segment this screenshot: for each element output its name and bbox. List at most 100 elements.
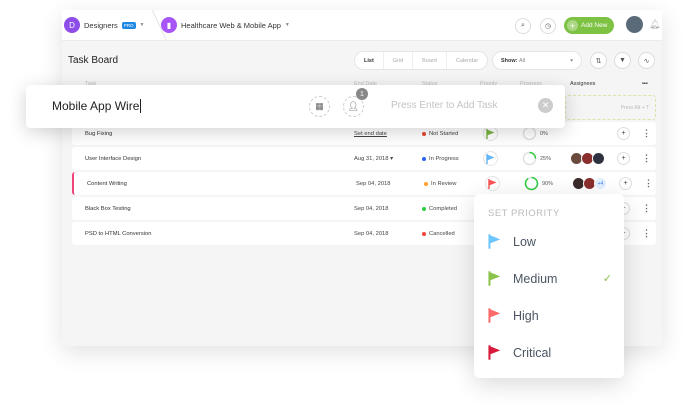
status-text: In Progress [429, 155, 459, 162]
priority-flag-icon[interactable] [483, 126, 498, 141]
task-status[interactable]: In Review [424, 181, 456, 187]
task-end-date[interactable]: Sep 04, 2018 [354, 206, 389, 212]
sort-icon[interactable]: ⇅ [590, 52, 607, 69]
plus-icon: + [567, 20, 578, 31]
project-switcher[interactable]: ▮ Healthcare Web & Mobile App ▼ [161, 17, 290, 33]
option-label: Critical [513, 345, 552, 360]
submit-hint: Press Enter to Add Task [391, 100, 498, 111]
activity-icon[interactable]: ∿ [638, 52, 655, 69]
status-text: Not Started [429, 130, 459, 137]
check-icon: ✓ [602, 273, 612, 285]
close-icon[interactable]: ✕ [538, 98, 553, 113]
priority-flag-icon[interactable] [483, 151, 498, 166]
status-dot [422, 206, 426, 211]
search-icon[interactable]: ⌕ [515, 18, 531, 34]
project-name: Healthcare Web & Mobile App [181, 20, 281, 30]
task-name[interactable]: User Interface Design [85, 156, 141, 162]
option-label: Low [513, 234, 536, 249]
progress-ring [524, 176, 539, 191]
task-end-date[interactable]: Sep 04, 2018 [354, 231, 389, 237]
priority-option-critical[interactable]: Critical [488, 345, 612, 360]
chevron-down-icon: ▾ [390, 155, 394, 162]
add-new-button[interactable]: + Add New [564, 17, 615, 34]
calendar-icon[interactable]: ▦ [309, 96, 330, 117]
dropdown-title: SET PRIORITY [488, 208, 560, 219]
task-row[interactable]: Content Writing Sep 04, 2018 In Review 90… [72, 172, 656, 195]
date-text: Sep 04, 2018 [354, 230, 389, 237]
task-status[interactable]: Cancelled [422, 231, 455, 237]
priority-option-low[interactable]: Low [488, 234, 612, 249]
shortcut-hint: Press Alt + T [565, 95, 656, 120]
task-end-date[interactable]: Aug 31, 2018 ▾ [354, 156, 393, 162]
assignee-avatars[interactable]: +4 [572, 177, 607, 190]
flag-icon [488, 345, 501, 360]
column-more-icon[interactable]: ••• [642, 81, 648, 87]
more-options-icon[interactable]: ⋮ [644, 178, 653, 189]
date-text: Set end date [354, 130, 387, 137]
task-status[interactable]: Completed [422, 206, 457, 212]
tab-list[interactable]: List [355, 52, 384, 69]
assignee-avatars[interactable] [570, 152, 605, 165]
view-switcher: List Grid Board Calendar [354, 51, 489, 70]
task-end-date[interactable]: Sep 04, 2018 [356, 181, 391, 187]
task-status[interactable]: In Progress [422, 156, 459, 162]
user-avatar[interactable] [626, 16, 643, 33]
date-text: Sep 04, 2018 [354, 205, 389, 212]
show-filter-select[interactable]: Show: All ▾ [492, 51, 582, 70]
more-options-icon[interactable]: ⋮ [642, 203, 651, 214]
tab-calendar[interactable]: Calendar [447, 52, 487, 69]
team-name: Designers [84, 20, 118, 30]
task-end-date[interactable]: Set end date [354, 131, 387, 137]
page-title: Task Board [68, 55, 119, 66]
flag-icon [488, 308, 501, 323]
priority-option-high[interactable]: High [488, 308, 612, 323]
task-name-input[interactable]: Mobile App Wire [52, 99, 142, 113]
more-options-icon[interactable]: ⋮ [642, 153, 651, 164]
add-assignee-button[interactable]: + [617, 127, 630, 140]
chevron-down-icon: ▼ [284, 22, 290, 28]
task-progress: 0% [522, 126, 548, 141]
task-progress: 90% [524, 176, 553, 191]
pro-badge: PRO [121, 21, 136, 29]
date-text: Sep 04, 2018 [356, 180, 391, 187]
more-options-icon[interactable]: ⋮ [642, 128, 651, 139]
status-text: Completed [429, 205, 458, 212]
task-row[interactable]: User Interface Design Aug 31, 2018 ▾ In … [72, 147, 656, 170]
team-avatar: D [64, 17, 80, 33]
chevron-down-icon: ▾ [570, 57, 573, 64]
flag-icon [488, 234, 501, 249]
add-assignee-button[interactable]: + [617, 152, 630, 165]
clock-icon[interactable]: ◷ [540, 18, 556, 34]
tab-grid[interactable]: Grid [384, 52, 414, 69]
priority-flag-icon[interactable] [485, 176, 500, 191]
status-dot [422, 156, 426, 161]
status-text: In Review [431, 180, 457, 187]
project-icon: ▮ [161, 17, 177, 33]
priority-dropdown: SET PRIORITY Low Medium ✓ High Critical [474, 194, 624, 378]
priority-option-medium[interactable]: Medium ✓ [488, 271, 612, 286]
option-label: Medium [513, 271, 558, 286]
add-new-label: Add New [581, 22, 608, 29]
column-assignees: Assignees [570, 81, 596, 87]
task-name[interactable]: PSD to HTML Conversion [85, 231, 151, 237]
filter-icon[interactable]: ▼ [614, 52, 631, 69]
bell-icon[interactable]: 🔔︎ [649, 19, 660, 30]
status-text: Cancelled [429, 230, 455, 237]
add-assignee-button[interactable]: + [619, 177, 632, 190]
status-dot [422, 231, 426, 236]
progress-text: 25% [540, 155, 552, 162]
top-bar: D Designers PRO ▼ ▮ Healthcare Web & Mob… [62, 10, 662, 41]
more-options-icon[interactable]: ⋮ [642, 228, 651, 239]
task-name[interactable]: Content Writing [87, 181, 127, 187]
avatar [592, 152, 605, 165]
progress-ring [522, 126, 537, 141]
task-name[interactable]: Bug Fixing [85, 131, 112, 137]
flag-icon [488, 271, 501, 286]
team-switcher[interactable]: D Designers PRO ▼ [64, 17, 144, 33]
task-status[interactable]: Not Started [422, 131, 458, 137]
tab-board[interactable]: Board [413, 52, 447, 69]
status-dot [422, 131, 426, 136]
status-dot [424, 181, 428, 186]
task-name[interactable]: Black Box Testing [85, 206, 131, 212]
assignee-count-badge: 1 [356, 88, 368, 100]
